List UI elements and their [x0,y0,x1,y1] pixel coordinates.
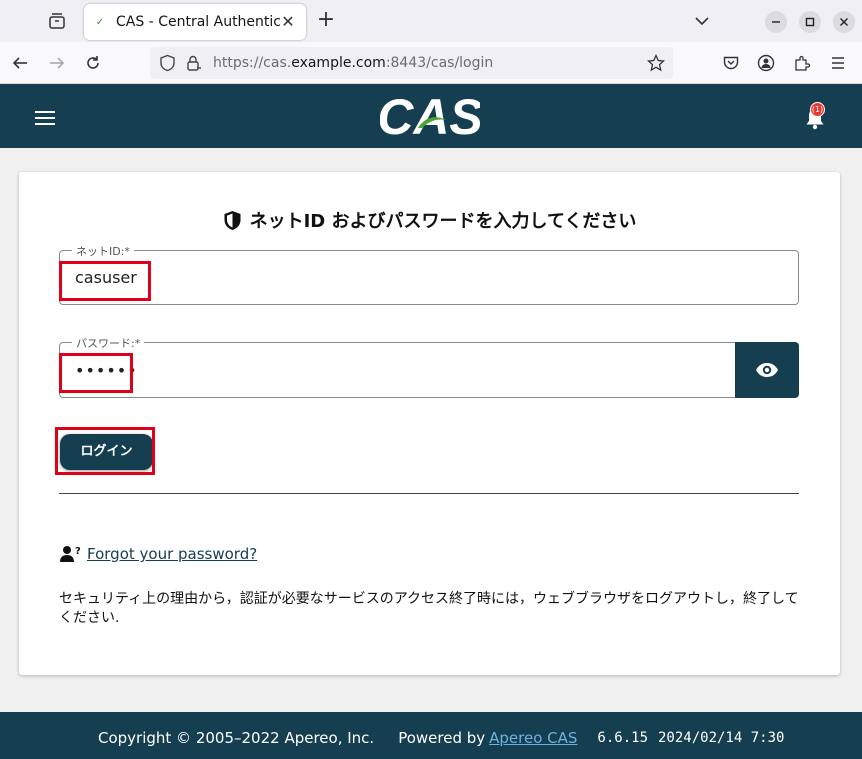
maximize-icon[interactable] [799,11,821,33]
shield-tracking-icon[interactable] [159,54,176,76]
tab-list-icon[interactable] [47,11,67,31]
password-highlight [59,353,133,393]
url-prefix: https://cas. [213,55,292,71]
cas-logo-text: CAS [380,90,480,142]
browser-tab-bar: ✓ CAS - Central Authenticat ✕ + [0,0,862,42]
cas-header: CAS [0,84,862,148]
close-tab-icon[interactable]: ✕ [280,14,296,30]
show-password-button[interactable] [735,342,799,398]
pocket-icon[interactable] [721,53,741,73]
url-host: example.com [291,55,386,71]
hamburger-menu-icon[interactable] [35,111,55,125]
footer-version: 6.6.15 [597,730,648,746]
username-field[interactable]: ネットID:* casuser [59,243,799,305]
apereo-cas-link[interactable]: Apereo CAS [489,729,577,747]
extensions-icon[interactable] [792,53,812,73]
divider [59,493,799,494]
forward-arrow-icon[interactable] [47,53,67,73]
svg-text:?: ? [75,546,81,557]
reload-icon[interactable] [83,53,103,73]
tab-title: CAS - Central Authenticat [116,14,280,30]
cas-favicon-icon: ✓ [95,16,105,28]
login-title: ネットID およびパスワードを入力してください [19,207,840,233]
account-icon[interactable] [756,53,776,73]
url-suffix: :8443/cas/login [385,55,494,71]
minimize-icon[interactable] [765,11,787,33]
footer-build-date: 2024/02/14 7:30 [658,730,785,746]
notification-badge: (1) [810,102,825,117]
browser-nav-bar: https://cas.example.com:8443/cas/login [0,42,862,84]
url-text[interactable]: https://cas.example.com:8443/cas/login [213,55,493,71]
password-label: パスワード:* [72,335,145,351]
forgot-password-link[interactable]: Forgot your password? [87,545,257,563]
logout-notice: セキュリティ上の理由から，認証が必要なサービスのアクセス終了時には，ウェブブラウ… [59,591,799,626]
footer: Copyright © 2005–2022 Apereo, Inc. Power… [0,712,862,759]
eye-icon [756,363,778,377]
chevron-down-icon[interactable] [693,12,711,30]
close-window-icon[interactable] [833,11,855,33]
back-arrow-icon[interactable] [10,53,30,73]
new-tab-icon[interactable]: + [316,9,336,31]
username-label: ネットID:* [72,243,134,259]
footer-powered-by: Powered by [398,729,486,747]
user-question-icon: ? [60,546,81,562]
footer-copyright: Copyright © 2005–2022 Apereo, Inc. [98,729,375,747]
browser-tab[interactable]: ✓ CAS - Central Authenticat ✕ [84,4,306,40]
lock-icon[interactable] [185,54,203,76]
login-card: ネットID およびパスワードを入力してください ネットID:* casuser … [19,172,840,675]
password-field[interactable]: パスワード:* •••••• [59,335,736,398]
cas-logo: CAS [377,89,483,145]
url-bar[interactable]: https://cas.example.com:8443/cas/login [150,47,673,79]
username-highlight [59,261,151,301]
login-title-text: ネットID およびパスワードを入力してください [249,211,637,232]
login-button-highlight [55,427,155,475]
shield-icon [224,210,241,230]
bookmark-star-icon[interactable] [646,53,666,76]
menu-icon[interactable] [828,53,848,73]
forgot-password-row: ? Forgot your password? [59,545,257,563]
